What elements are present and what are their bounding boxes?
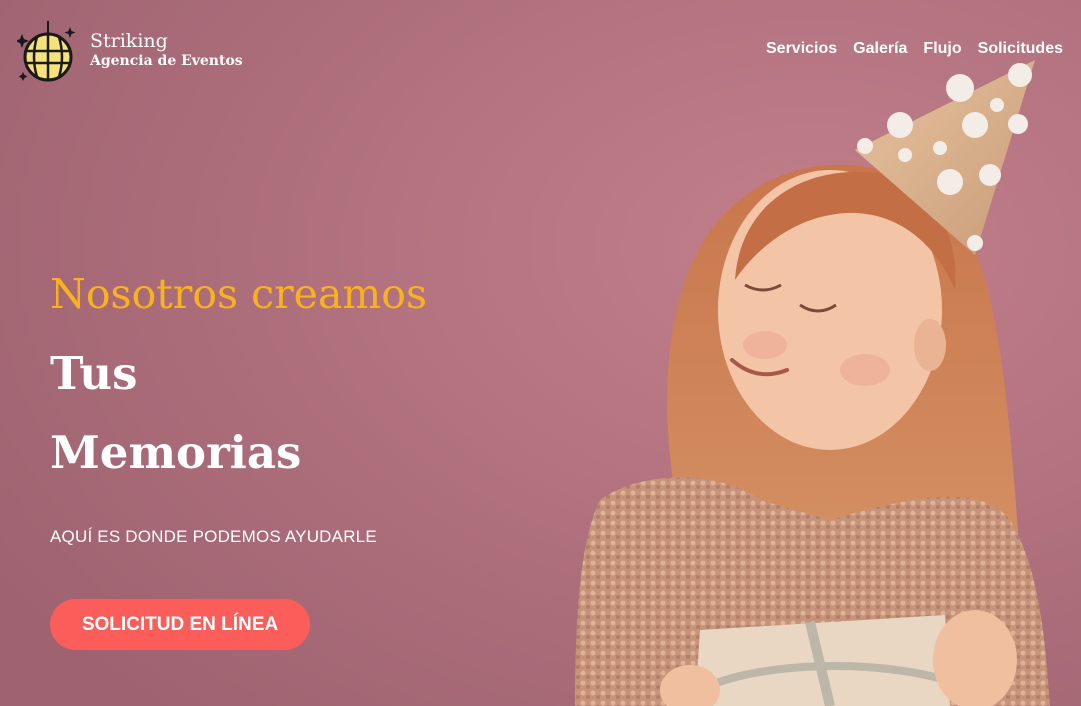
nav-item-galeria[interactable]: Galería (853, 40, 907, 58)
nav-item-flujo[interactable]: Flujo (923, 40, 961, 58)
brand[interactable]: Striking Agencia de Eventos (90, 30, 243, 70)
hero-headline-1: Nosotros creamos (50, 270, 427, 318)
disco-ball-icon[interactable] (17, 19, 77, 83)
brand-subtitle: Agencia de Eventos (90, 53, 243, 69)
nav-item-solicitudes[interactable]: Solicitudes (978, 40, 1063, 58)
online-request-button[interactable]: SOLICITUD EN LÍNEA (50, 599, 310, 650)
nav-item-servicios[interactable]: Servicios (766, 40, 837, 58)
hero-tagline: AQUÍ ES DONDE PODEMOS AYUDARLE (50, 527, 377, 546)
hero-headline-3: Memorias (50, 426, 302, 479)
hero-headline-2: Tus (50, 347, 138, 400)
brand-name: Striking (90, 30, 168, 52)
main-nav: Servicios Galería Flujo Solicitudes (766, 40, 1063, 58)
site-header: Striking Agencia de Eventos Servicios Ga… (0, 0, 1081, 100)
